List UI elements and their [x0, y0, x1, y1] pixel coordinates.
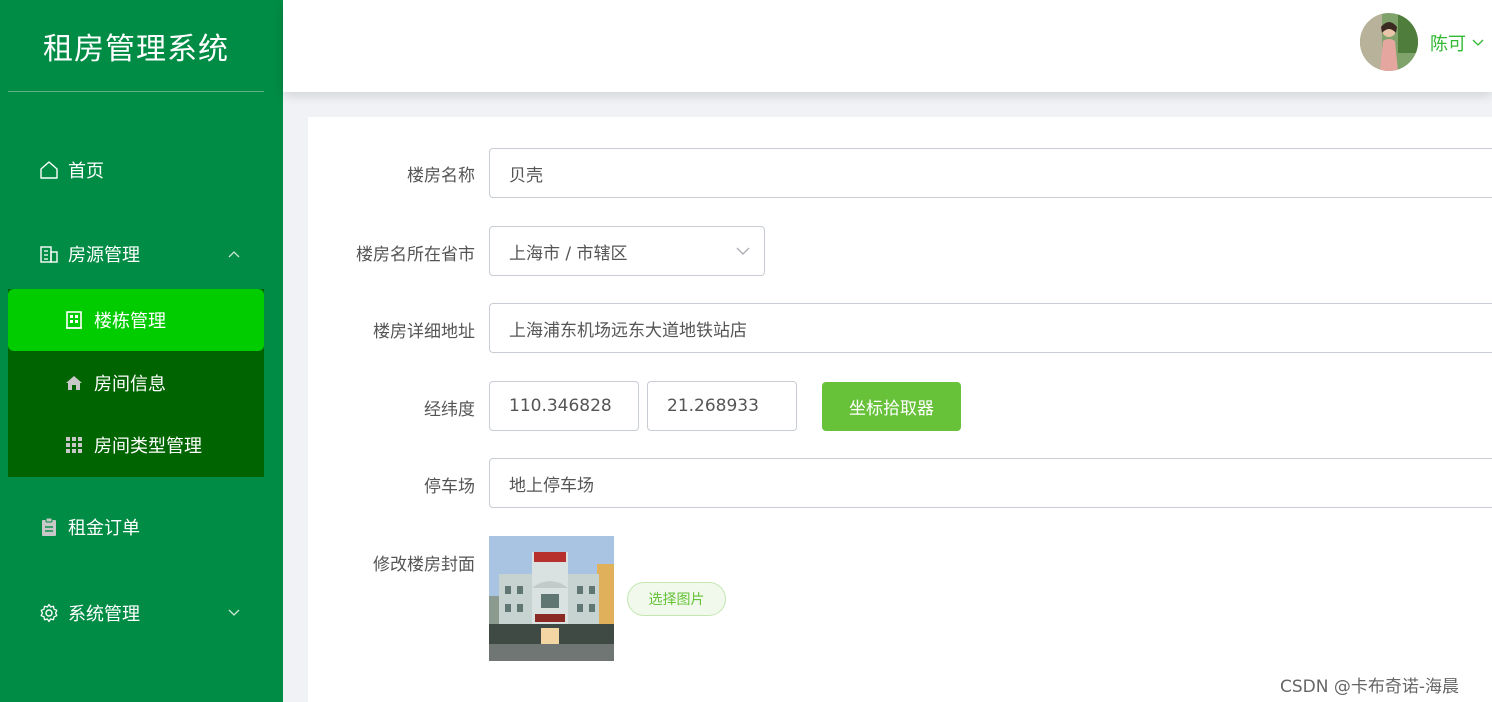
chevron-up-icon — [228, 250, 240, 258]
building-name-value: 贝壳 — [509, 165, 543, 186]
sidebar-item-property-management[interactable]: 房源管理 — [8, 226, 264, 282]
watermark: CSDN @卡布奇诺-海晨 — [1280, 677, 1460, 697]
region-label: 楼房名所在省市 — [356, 245, 475, 265]
address-input[interactable]: 上海浦东机场远东大道地铁站店 — [489, 303, 1492, 353]
sidebar: 租房管理系统 首页 房源管理 楼栋管理 房间信息 房间类型管理 租金订单 系统管… — [0, 0, 283, 702]
user-name: 陈可 — [1430, 34, 1466, 55]
avatar[interactable] — [1360, 13, 1418, 71]
user-menu[interactable]: 陈可 — [1430, 30, 1484, 56]
sidebar-item-label: 租金订单 — [68, 518, 140, 539]
region-cascader[interactable]: 上海市 / 市辖区 — [489, 226, 765, 276]
home-icon — [38, 159, 60, 181]
parking-label: 停车场 — [424, 477, 475, 497]
coordinates-label: 经纬度 — [424, 400, 475, 420]
sidebar-subitem-label: 房间信息 — [94, 374, 166, 395]
address-value: 上海浦东机场远东大道地铁站店 — [509, 320, 747, 341]
sidebar-item-rent-orders[interactable]: 租金订单 — [8, 499, 264, 555]
house-icon — [64, 373, 84, 393]
sidebar-item-system-management[interactable]: 系统管理 — [8, 585, 264, 641]
sidebar-subitem-label: 楼栋管理 — [94, 311, 166, 332]
sidebar-item-home[interactable]: 首页 — [8, 142, 264, 198]
chevron-down-icon — [1472, 39, 1484, 47]
building-edit-form: 楼房名称 贝壳 楼房名所在省市 上海市 / 市辖区 楼房详细地址 上海浦东机场远… — [308, 117, 1492, 702]
grid-icon — [64, 435, 84, 455]
address-label: 楼房详细地址 — [373, 322, 475, 342]
coordinate-picker-button[interactable]: 坐标拾取器 — [822, 382, 961, 431]
building-cover-image — [489, 536, 614, 661]
building-outline-icon — [64, 310, 84, 330]
cover-label: 修改楼房封面 — [373, 555, 475, 575]
sidebar-subitem-room-type-management[interactable]: 房间类型管理 — [8, 414, 264, 476]
top-header: 陈可 — [283, 0, 1492, 92]
latitude-input[interactable]: 21.268933 — [647, 381, 797, 431]
building-icon — [38, 243, 60, 265]
parking-value: 地上停车场 — [509, 475, 594, 496]
sidebar-item-label: 系统管理 — [68, 604, 140, 625]
building-name-label: 楼房名称 — [407, 166, 475, 186]
building-name-input[interactable]: 贝壳 — [489, 148, 1492, 198]
latitude-value: 21.268933 — [667, 396, 759, 416]
chevron-down-icon — [736, 247, 750, 256]
sidebar-subitem-building-management[interactable]: 楼栋管理 — [8, 289, 264, 351]
clipboard-icon — [38, 516, 60, 538]
sidebar-subitem-label: 房间类型管理 — [94, 436, 202, 457]
region-value: 上海市 / 市辖区 — [509, 243, 628, 264]
choose-image-button[interactable]: 选择图片 — [627, 582, 726, 616]
sidebar-item-label: 首页 — [68, 161, 104, 182]
app-logo-title: 租房管理系统 — [8, 0, 264, 92]
sidebar-submenu: 楼栋管理 房间信息 房间类型管理 — [8, 289, 264, 477]
chevron-down-icon — [228, 609, 240, 617]
longitude-input[interactable]: 110.346828 — [489, 381, 639, 431]
sidebar-item-label: 房源管理 — [68, 245, 140, 266]
longitude-value: 110.346828 — [509, 396, 612, 416]
gear-icon — [38, 602, 60, 624]
app-root: 租房管理系统 首页 房源管理 楼栋管理 房间信息 房间类型管理 租金订单 系统管… — [0, 0, 1492, 702]
sidebar-subitem-room-info[interactable]: 房间信息 — [8, 352, 264, 414]
parking-input[interactable]: 地上停车场 — [489, 458, 1492, 508]
